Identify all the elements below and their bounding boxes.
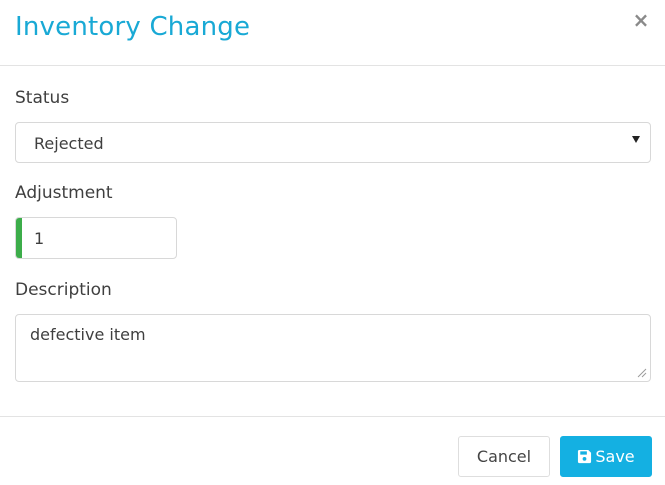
description-label: Description xyxy=(15,280,112,300)
cancel-button[interactable]: Cancel xyxy=(458,436,550,477)
resize-handle-icon[interactable] xyxy=(637,368,647,378)
save-button-label: Save xyxy=(595,447,635,466)
adjustment-label: Adjustment xyxy=(15,183,113,203)
valid-indicator xyxy=(16,218,22,258)
modal-footer: Cancel Save xyxy=(0,416,665,485)
status-selected-value: Rejected xyxy=(34,134,104,153)
adjustment-input[interactable]: 1 xyxy=(15,217,177,259)
adjustment-value: 1 xyxy=(34,229,45,248)
description-value: defective item xyxy=(30,325,146,344)
save-button[interactable]: Save xyxy=(560,436,652,477)
description-textarea[interactable]: defective item xyxy=(15,314,651,382)
modal-title: Inventory Change xyxy=(15,12,251,42)
modal-header: Inventory Change × xyxy=(0,0,665,66)
close-icon[interactable]: × xyxy=(631,10,651,30)
status-select[interactable]: Rejected xyxy=(15,122,651,163)
inventory-change-modal: Inventory Change × Status Rejected Adjus… xyxy=(0,0,665,485)
caret-down-icon xyxy=(632,136,640,143)
status-label: Status xyxy=(15,88,70,108)
cancel-button-label: Cancel xyxy=(476,447,532,466)
floppy-disk-icon xyxy=(578,449,592,464)
